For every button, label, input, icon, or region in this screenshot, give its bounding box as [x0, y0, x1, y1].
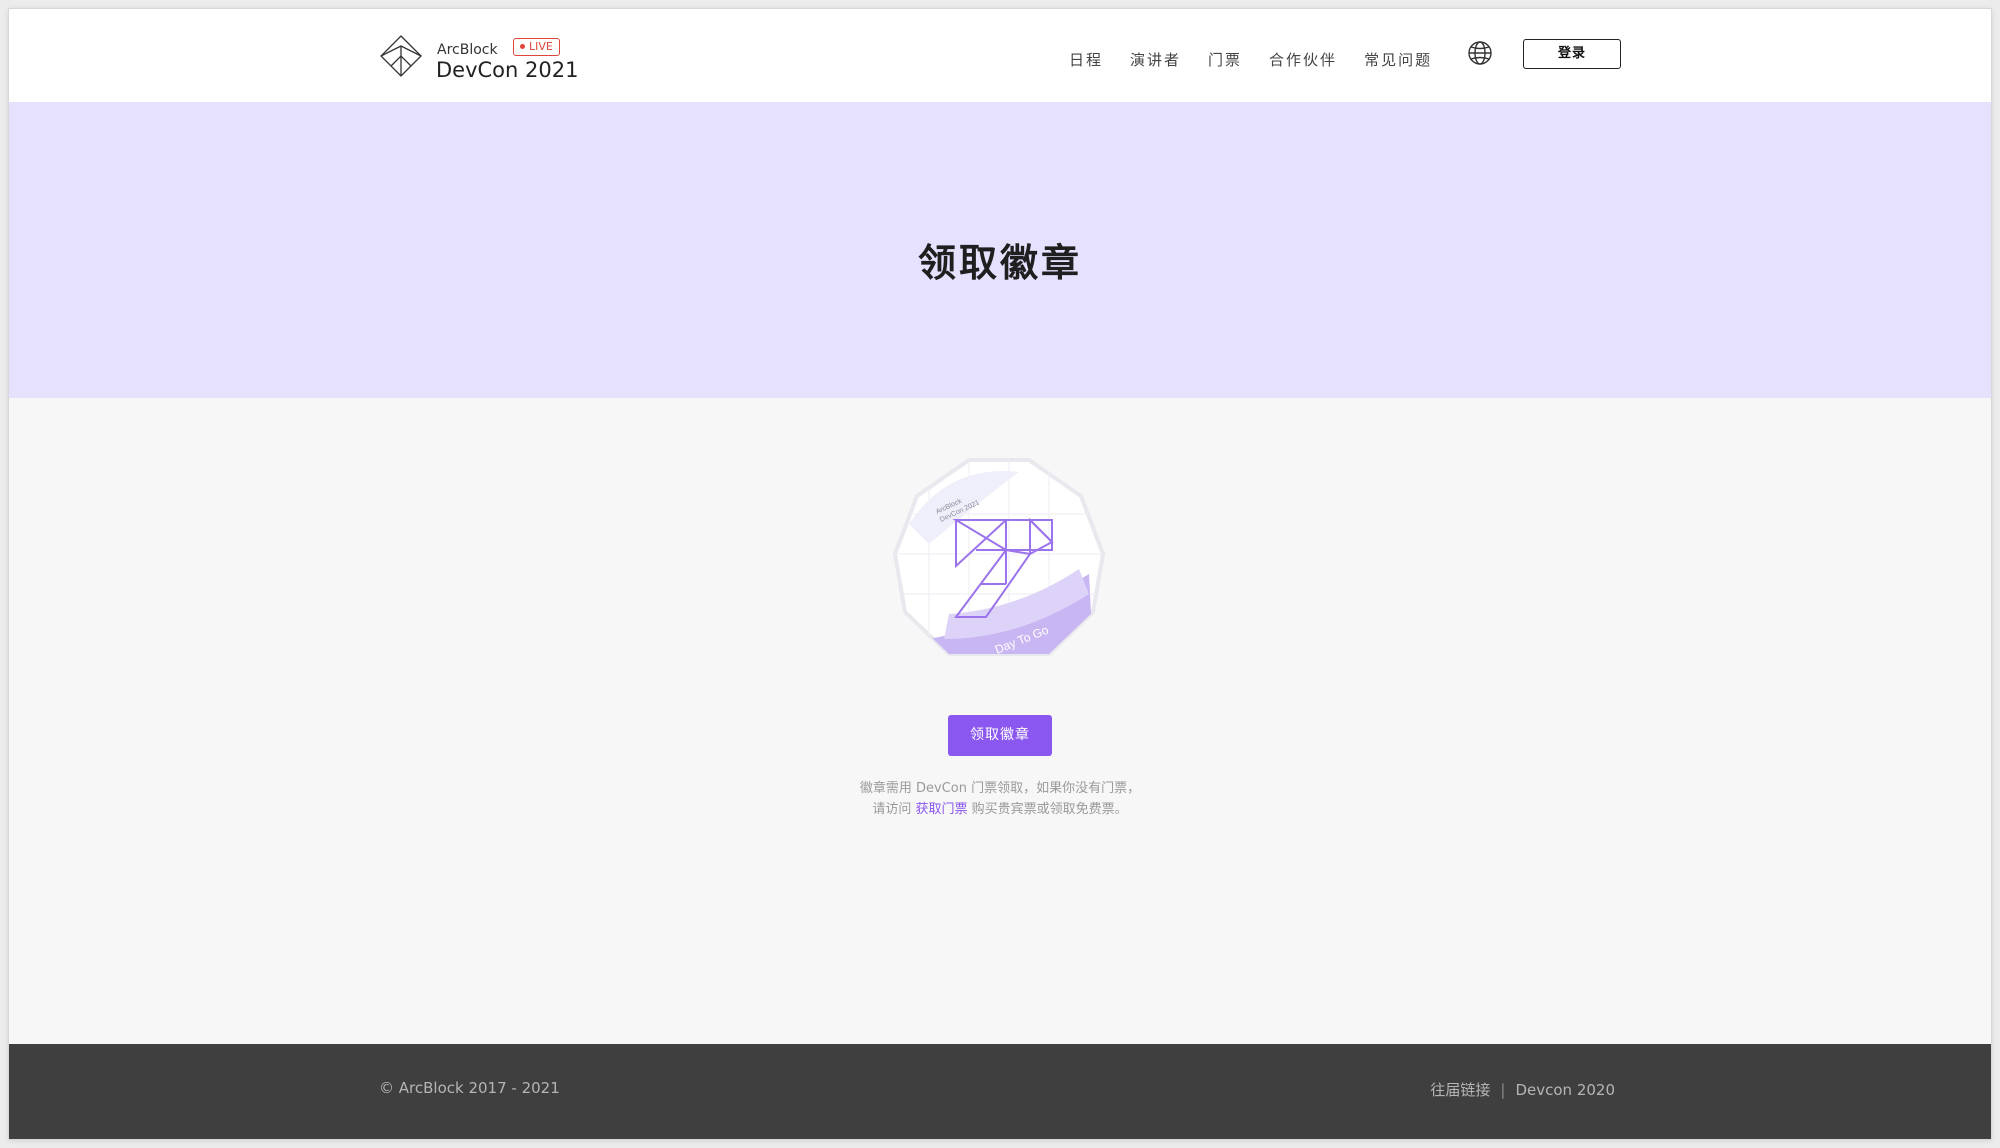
copyright-text: © ArcBlock 2017 - 2021	[379, 1079, 560, 1097]
brand-title: DevCon 2021	[436, 58, 579, 82]
note-suffix: 购买贵宾票或领取免费票。	[967, 802, 1128, 817]
page-title: 领取徽章	[917, 241, 1082, 285]
note-line-1: 徽章需用 DevCon 门票领取，如果你没有门票，	[859, 781, 1141, 796]
arcblock-logo-icon	[380, 35, 422, 77]
main-nav: 日程 演讲者 门票 合作伙伴 常见问题	[1069, 47, 1459, 71]
browser-frame: ArcBlock LIVE DevCon 2021 日程 演讲者 门票 合作伙伴…	[9, 9, 1991, 1139]
get-ticket-link[interactable]: 获取门票	[915, 802, 967, 817]
nav-faq[interactable]: 常见问题	[1364, 49, 1432, 70]
site-footer: © ArcBlock 2017 - 2021 往届链接 | Devcon 2020	[9, 1044, 1991, 1139]
login-button[interactable]: 登录	[1523, 39, 1621, 69]
footer-links: 往届链接 | Devcon 2020	[1430, 1079, 1615, 1100]
live-label: LIVE	[529, 40, 553, 53]
globe-icon[interactable]	[1467, 40, 1493, 66]
nav-speakers[interactable]: 演讲者	[1130, 49, 1181, 70]
nav-schedule[interactable]: 日程	[1069, 49, 1103, 70]
site-header: ArcBlock LIVE DevCon 2021 日程 演讲者 门票 合作伙伴…	[9, 9, 1991, 102]
nav-partners[interactable]: 合作伙伴	[1269, 49, 1337, 70]
nav-tickets[interactable]: 门票	[1208, 49, 1242, 70]
hero-banner: 领取徽章	[9, 102, 1991, 398]
devcon-2020-link[interactable]: Devcon 2020	[1515, 1081, 1615, 1099]
live-dot-icon	[520, 43, 525, 49]
brand-company: ArcBlock	[437, 42, 498, 58]
past-events-link[interactable]: 往届链接	[1430, 1081, 1490, 1099]
brand-logo-link[interactable]: ArcBlock LIVE DevCon 2021	[379, 31, 589, 82]
note-prefix: 请访问	[872, 802, 916, 817]
note-line-2: 请访问 获取门票 购买贵宾票或领取免费票。	[9, 798, 1991, 817]
footer-separator: |	[1500, 1081, 1506, 1099]
claim-badge-button[interactable]: 领取徽章	[948, 715, 1052, 756]
badge-image: ArcBlock DevCon 2021 Day To Go	[892, 458, 1106, 657]
live-badge: LIVE	[513, 38, 560, 56]
